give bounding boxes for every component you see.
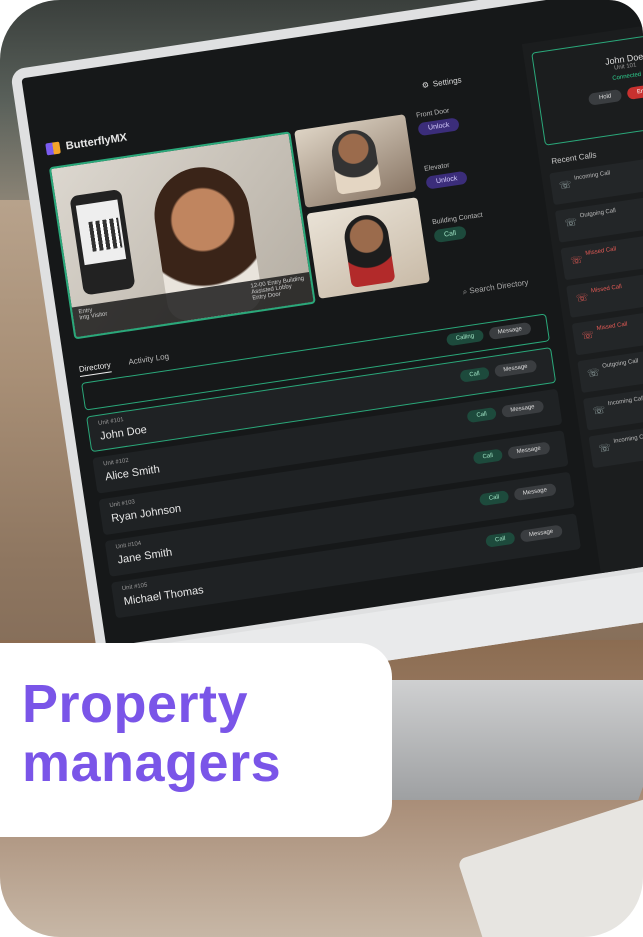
front-door-unlock-button[interactable]: Unlock bbox=[417, 117, 461, 137]
front-door-control: Front Door Unlock bbox=[416, 106, 461, 137]
phone-icon: ☏ bbox=[580, 329, 595, 343]
settings-button[interactable]: ⚙ Settings bbox=[421, 75, 462, 90]
message-button[interactable]: Message bbox=[488, 321, 532, 341]
phone-icon: ☏ bbox=[569, 254, 584, 268]
recent-call-text: Incoming Call bbox=[573, 170, 611, 182]
calling-button[interactable]: Calling bbox=[446, 329, 484, 347]
resident-name: John Doe bbox=[99, 423, 148, 443]
phone-icon: ☏ bbox=[575, 292, 590, 305]
building-contact-call-button[interactable]: Call bbox=[433, 225, 467, 244]
message-button[interactable]: Message bbox=[493, 359, 538, 378]
phone-icon: ☏ bbox=[564, 216, 579, 230]
delivery-person-image bbox=[328, 127, 382, 195]
tab-directory[interactable]: Directory bbox=[78, 360, 112, 378]
settings-label: Settings bbox=[432, 75, 463, 89]
end-call-button[interactable]: End Call bbox=[626, 81, 643, 100]
recent-call-text: Incoming Call bbox=[613, 433, 643, 445]
brand-name: ButterflyMX bbox=[65, 131, 128, 153]
unit-label: Unit #102 bbox=[102, 457, 130, 468]
call-button[interactable]: Call bbox=[485, 531, 516, 548]
call-button[interactable]: Call bbox=[472, 448, 503, 465]
resident-name: Jane Smith bbox=[116, 546, 173, 567]
recent-call-text: Outgoing Call bbox=[601, 358, 639, 370]
phone-icon: ☏ bbox=[586, 367, 601, 380]
elevator-control: Elevator Unlock bbox=[424, 160, 469, 190]
call-button[interactable]: Call bbox=[479, 490, 509, 507]
resident-name: Alice Smith bbox=[104, 463, 161, 484]
unit-label: Unit #101 bbox=[97, 417, 125, 427]
phone-icon: ☏ bbox=[558, 179, 573, 193]
butterfly-logo-icon bbox=[45, 141, 61, 156]
building-contact-label: Building Contact bbox=[431, 211, 484, 227]
message-button[interactable]: Message bbox=[500, 399, 545, 419]
call-button[interactable]: Call bbox=[459, 366, 490, 383]
monitor: ButterflyMX ⚙ Settings Entry Intg Visito… bbox=[10, 0, 643, 703]
phone-image bbox=[69, 188, 136, 296]
elevator-unlock-button[interactable]: Unlock bbox=[425, 170, 469, 190]
hero-card: ButterflyMX ⚙ Settings Entry Intg Visito… bbox=[0, 0, 643, 937]
resident-image bbox=[341, 212, 396, 288]
secondary-video-feed-2[interactable] bbox=[306, 197, 430, 299]
recent-call-text: Outgoing Call bbox=[579, 208, 617, 220]
phone-icon: ☏ bbox=[597, 442, 612, 456]
message-button[interactable]: Message bbox=[506, 441, 551, 460]
current-call-card: John Doe Unit 101 Connected Hold End Cal… bbox=[531, 25, 643, 146]
tab-activity-log[interactable]: Activity Log bbox=[128, 352, 170, 370]
app-logo: ButterflyMX bbox=[45, 132, 128, 156]
recent-calls-title: Recent Calls bbox=[550, 150, 597, 166]
unit-label: Unit #103 bbox=[109, 499, 136, 510]
recent-call-text: Incoming Call bbox=[607, 395, 643, 408]
unit-label: Unit #104 bbox=[115, 540, 142, 551]
recent-call-text: Missed Call bbox=[590, 283, 623, 295]
message-button[interactable]: Message bbox=[519, 524, 564, 543]
search-icon: ⌕ bbox=[462, 286, 468, 297]
building-contact-control: Building Contact Call bbox=[431, 211, 486, 244]
recent-call-text: Missed Call bbox=[596, 321, 628, 333]
unit-label: Unit #105 bbox=[121, 582, 148, 593]
qr-code-image bbox=[88, 217, 123, 252]
section-title: Property managers bbox=[22, 674, 282, 793]
call-button[interactable]: Call bbox=[466, 407, 497, 424]
gear-icon: ⚙ bbox=[421, 80, 430, 91]
search-directory[interactable]: ⌕ Search Directory bbox=[462, 278, 529, 298]
phone-icon: ☏ bbox=[592, 404, 607, 418]
monitor-screen: ButterflyMX ⚙ Settings Entry Intg Visito… bbox=[21, 0, 643, 648]
search-input[interactable]: Search Directory bbox=[469, 278, 529, 296]
hold-button[interactable]: Hold bbox=[588, 88, 623, 106]
secondary-video-feed-1[interactable] bbox=[294, 114, 417, 208]
recent-call-text: Missed Call bbox=[585, 246, 617, 257]
message-button[interactable]: Message bbox=[513, 482, 557, 502]
main-video-feed[interactable]: Entry Intg Visitor 12-00 Entry Building … bbox=[48, 131, 316, 340]
app-ui: ButterflyMX ⚙ Settings Entry Intg Visito… bbox=[21, 0, 643, 647]
